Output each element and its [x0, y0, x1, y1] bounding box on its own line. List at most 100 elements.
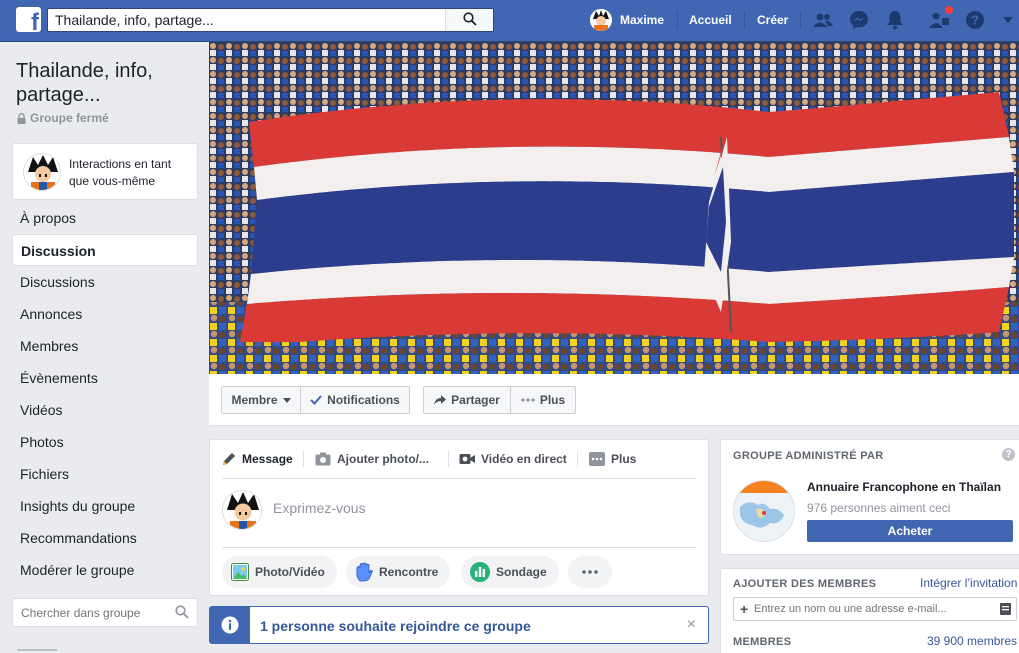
search-button[interactable] — [445, 9, 493, 31]
members-heading: MEMBRES — [733, 636, 792, 648]
create-link[interactable]: Créer — [757, 13, 788, 27]
notifications-label: Notifications — [327, 393, 400, 407]
meetup-button[interactable]: Rencontre — [346, 556, 451, 588]
search-icon — [462, 11, 477, 29]
tab-more[interactable]: Plus — [589, 448, 636, 470]
search-input[interactable] — [48, 9, 443, 31]
sidebar-item-announcements[interactable]: Annonces — [12, 298, 198, 330]
top-navigation-bar: f Maxime Accueil Créer ? — [0, 0, 1019, 42]
group-name[interactable]: Thailande, info, partage... — [16, 59, 196, 107]
camera-icon — [315, 452, 331, 466]
friends-icon[interactable] — [812, 9, 834, 31]
sidebar-item-about[interactable]: À propos — [12, 202, 198, 234]
add-member-field[interactable]: + — [733, 597, 1017, 621]
hand-wave-icon — [355, 562, 373, 582]
svg-text:?: ? — [971, 13, 979, 28]
caret-down-icon[interactable] — [1001, 9, 1015, 31]
checkmark-icon — [310, 395, 322, 405]
tab-message-label: Message — [242, 452, 293, 466]
sidebar-item-insights[interactable]: Insights du groupe — [12, 490, 198, 522]
admin-page-thumbnail[interactable] — [733, 480, 795, 542]
interact-as-label: Interactions en tant que vous-même — [69, 157, 172, 188]
notifications-button[interactable]: Notifications — [300, 386, 410, 414]
sidebar-item-discussions[interactable]: Discussions — [12, 266, 198, 298]
more-dots-icon — [521, 398, 535, 402]
tab-message[interactable]: Message — [222, 448, 293, 470]
post-composer: Message Ajouter photo/... Vidéo en direc… — [209, 439, 709, 596]
user-avatar — [23, 153, 61, 191]
caret-down-icon — [282, 397, 291, 403]
member-button-label: Membre — [231, 393, 278, 407]
more-button[interactable]: Plus — [510, 386, 576, 414]
more-options-button[interactable] — [568, 556, 612, 588]
photo-video-button[interactable]: Photo/Vidéo — [222, 556, 337, 588]
admin-card-heading: GROUPE ADMINISTRÉ PAR — [733, 450, 884, 462]
close-icon[interactable]: × — [687, 616, 696, 634]
nav-divider — [744, 11, 745, 29]
user-name: Maxime — [620, 13, 665, 27]
tab-divider — [303, 451, 304, 467]
sidebar-item-moderate[interactable]: Modérer le groupe — [12, 554, 198, 586]
plus-icon: + — [740, 601, 749, 617]
share-arrow-icon — [434, 395, 447, 405]
group-search-box[interactable] — [12, 598, 198, 627]
tab-divider — [577, 451, 578, 467]
share-label: Partager — [451, 393, 500, 407]
sidebar-item-discussion[interactable]: Discussion — [12, 234, 198, 266]
address-book-icon[interactable] — [1000, 603, 1011, 618]
help-icon[interactable]: ? — [964, 9, 986, 31]
profile-link[interactable]: Maxime — [590, 8, 664, 32]
group-privacy: Groupe fermé — [17, 111, 109, 125]
search-box[interactable] — [47, 8, 494, 32]
group-cover-photo[interactable] — [209, 42, 1019, 374]
join-request-banner[interactable]: 1 personne souhaite rejoindre ce groupe … — [209, 606, 709, 644]
help-icon[interactable]: ? — [1002, 448, 1015, 461]
poll-label: Sondage — [496, 565, 547, 579]
more-dots-icon — [582, 570, 598, 574]
bell-icon[interactable] — [884, 9, 906, 31]
member-button[interactable]: Membre — [221, 386, 301, 414]
messenger-icon[interactable] — [848, 9, 870, 31]
sidebar-overflow-text — [17, 645, 57, 653]
sidebar-item-photos[interactable]: Photos — [12, 426, 198, 458]
user-avatar — [590, 9, 612, 31]
sidebar-item-files[interactable]: Fichiers — [12, 458, 198, 490]
buy-button[interactable]: Acheter — [807, 520, 1013, 542]
group-admin-card: GROUPE ADMINISTRÉ PAR ? Annuaire Francop… — [720, 439, 1019, 555]
sidebar-item-recommendations[interactable]: Recommandations — [12, 522, 198, 554]
facebook-logo[interactable]: f — [16, 7, 41, 32]
nav-divider — [677, 11, 678, 29]
sidebar-item-members[interactable]: Membres — [12, 330, 198, 362]
share-button[interactable]: Partager — [423, 386, 511, 414]
photo-icon — [231, 563, 249, 581]
divider — [222, 478, 696, 479]
video-camera-icon — [459, 453, 475, 465]
add-member-input[interactable] — [734, 598, 974, 620]
tab-add-photo-label: Ajouter photo/... — [337, 452, 429, 466]
tab-add-photo[interactable]: Ajouter photo/... — [315, 448, 429, 470]
search-icon[interactable] — [175, 605, 189, 622]
sidebar-item-videos[interactable]: Vidéos — [12, 394, 198, 426]
poll-button[interactable]: Sondage — [461, 556, 559, 588]
divider — [222, 547, 696, 548]
group-sidebar-menu: À propos Discussion Discussions Annonces… — [12, 202, 198, 586]
interact-as-selector[interactable]: Interactions en tant que vous-même — [12, 143, 198, 200]
group-type-label: Groupe fermé — [30, 111, 109, 125]
admin-page-name[interactable]: Annuaire Francophone en Thaïlan — [807, 480, 1001, 494]
join-request-text[interactable]: 1 personne souhaite rejoindre ce groupe — [260, 618, 531, 634]
more-box-icon — [589, 452, 605, 466]
members-count-link[interactable]: 39 900 membres — [927, 634, 1017, 648]
add-members-card: AJOUTER DES MEMBRES Intégrer l’invitatio… — [720, 568, 1019, 653]
sidebar-item-events[interactable]: Évènements — [12, 362, 198, 394]
home-link[interactable]: Accueil — [689, 13, 732, 27]
group-search-input[interactable] — [13, 599, 163, 626]
cover-actions-bar: Membre Notifications Partager Plus — [209, 374, 1019, 426]
post-input-placeholder[interactable]: Exprimez-vous — [273, 500, 366, 516]
tab-live-video[interactable]: Vidéo en direct — [459, 448, 567, 470]
add-members-heading: AJOUTER DES MEMBRES — [733, 578, 877, 590]
embed-invite-link[interactable]: Intégrer l’invitation — [920, 576, 1017, 590]
tab-divider — [448, 451, 449, 467]
meetup-label: Rencontre — [379, 565, 439, 579]
pencil-icon — [222, 452, 236, 466]
cover-image — [209, 42, 1019, 374]
